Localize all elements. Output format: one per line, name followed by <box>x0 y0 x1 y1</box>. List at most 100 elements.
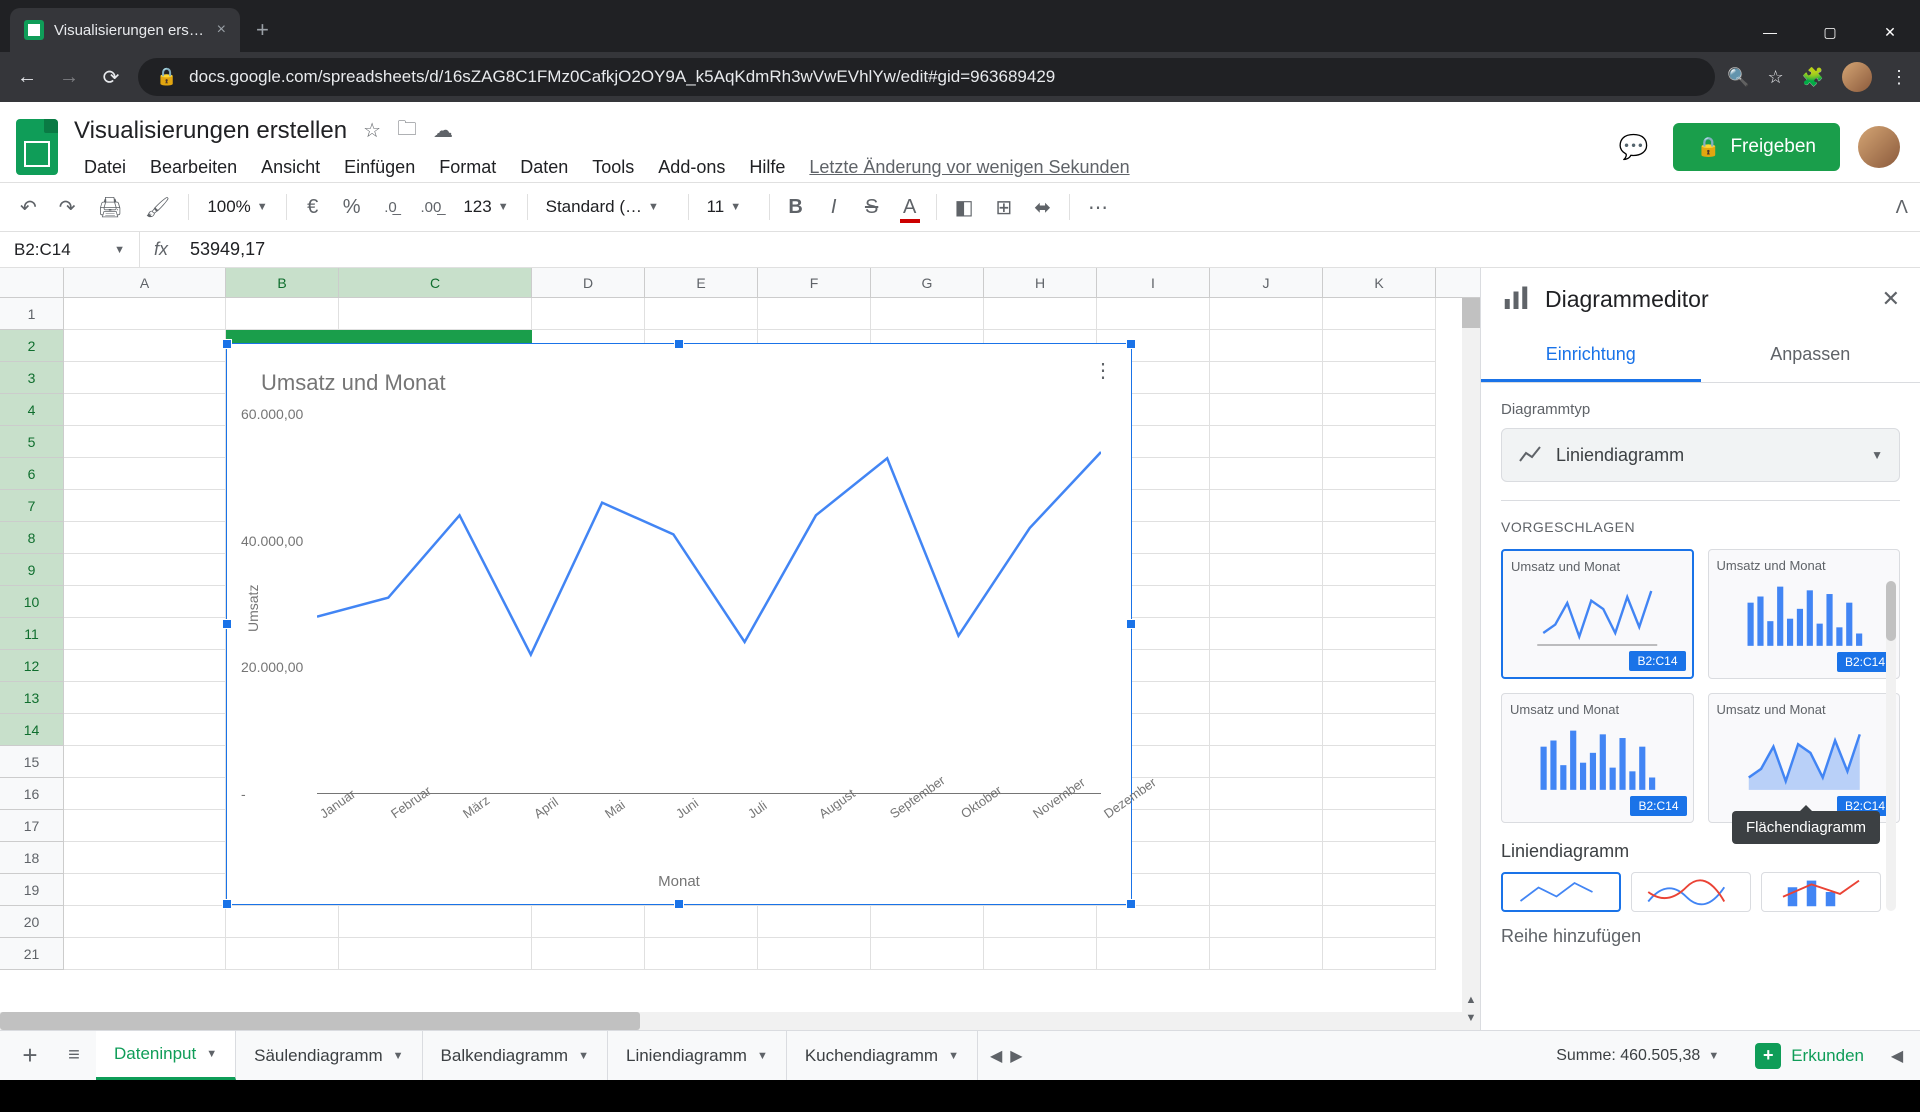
line-type-option[interactable] <box>1631 872 1751 912</box>
column-header[interactable]: I <box>1097 268 1210 297</box>
cell[interactable] <box>1097 938 1210 970</box>
cell[interactable] <box>1210 938 1323 970</box>
resize-handle[interactable] <box>674 899 684 909</box>
cell[interactable] <box>1323 618 1436 650</box>
new-tab-button[interactable]: + <box>240 8 285 52</box>
move-icon[interactable]: 🗀 <box>397 114 417 148</box>
resize-handle[interactable] <box>674 339 684 349</box>
tab-scroll-left-icon[interactable]: ◀ <box>990 1046 1002 1066</box>
extension-icon[interactable]: 🧩 <box>1802 67 1824 88</box>
cell[interactable] <box>64 810 226 842</box>
select-all-corner[interactable] <box>0 268 64 297</box>
cell[interactable] <box>1210 394 1323 426</box>
line-type-option[interactable] <box>1761 872 1881 912</box>
sheet-tab[interactable]: Säulendiagramm▼ <box>236 1031 422 1080</box>
address-bar[interactable]: 🔒 docs.google.com/spreadsheets/d/16sZAG8… <box>138 58 1715 96</box>
row-header[interactable]: 14 <box>0 714 64 746</box>
menu-format[interactable]: Format <box>429 153 506 182</box>
browser-menu-icon[interactable]: ⋮ <box>1890 67 1908 88</box>
star-icon[interactable]: ☆ <box>363 118 381 143</box>
cell[interactable] <box>1323 842 1436 874</box>
all-sheets-button[interactable]: ≡ <box>52 1044 96 1067</box>
menu-hilfe[interactable]: Hilfe <box>739 153 795 182</box>
cell[interactable] <box>1323 714 1436 746</box>
sheet-tab[interactable]: Liniendiagramm▼ <box>608 1031 787 1080</box>
cell[interactable] <box>1323 426 1436 458</box>
menu-datei[interactable]: Datei <box>74 153 136 182</box>
cell[interactable] <box>758 938 871 970</box>
row-header[interactable]: 2 <box>0 330 64 362</box>
minimize-button[interactable]: — <box>1740 12 1800 52</box>
cell[interactable] <box>1323 682 1436 714</box>
browser-tab[interactable]: Visualisierungen erstellen - Goog × <box>10 8 240 52</box>
currency-button[interactable]: € <box>297 190 329 225</box>
strikethrough-button[interactable]: S <box>856 190 888 225</box>
cell[interactable] <box>1210 586 1323 618</box>
cell[interactable] <box>64 682 226 714</box>
cell[interactable] <box>64 522 226 554</box>
number-format-select[interactable]: 123▼ <box>455 193 516 221</box>
column-header[interactable]: B <box>226 268 339 297</box>
cell[interactable] <box>64 842 226 874</box>
cell[interactable] <box>1210 682 1323 714</box>
cell[interactable] <box>1323 586 1436 618</box>
last-edit[interactable]: Letzte Änderung vor wenigen Sekunden <box>799 153 1139 182</box>
cell[interactable] <box>339 298 532 330</box>
cell[interactable] <box>984 938 1097 970</box>
cell[interactable] <box>1323 362 1436 394</box>
cell[interactable] <box>1210 714 1323 746</box>
menu-tools[interactable]: Tools <box>582 153 644 182</box>
redo-icon[interactable]: ↷ <box>51 189 84 226</box>
add-series-button[interactable]: Reihe hinzufügen <box>1501 912 1900 961</box>
italic-button[interactable]: I <box>818 190 850 225</box>
collapse-side-icon[interactable]: ◀ <box>1882 1046 1912 1066</box>
cell[interactable] <box>758 298 871 330</box>
row-header[interactable]: 17 <box>0 810 64 842</box>
row-header[interactable]: 11 <box>0 618 64 650</box>
undo-icon[interactable]: ↶ <box>12 189 45 226</box>
cell[interactable] <box>1323 650 1436 682</box>
cell[interactable] <box>64 490 226 522</box>
row-header[interactable]: 19 <box>0 874 64 906</box>
sheets-logo[interactable] <box>10 111 64 183</box>
cell[interactable] <box>226 298 339 330</box>
chevron-down-icon[interactable]: ▼ <box>948 1050 959 1062</box>
document-title[interactable]: Visualisierungen erstellen <box>74 117 347 145</box>
cell[interactable] <box>1323 778 1436 810</box>
resize-handle[interactable] <box>1126 899 1136 909</box>
resize-handle[interactable] <box>222 899 232 909</box>
chevron-down-icon[interactable]: ▼ <box>757 1050 768 1062</box>
reload-icon[interactable]: ⟳ <box>96 65 126 90</box>
star-icon[interactable]: ☆ <box>1767 67 1783 88</box>
row-header[interactable]: 6 <box>0 458 64 490</box>
more-toolbar-icon[interactable]: ⋯ <box>1080 189 1116 226</box>
row-header[interactable]: 15 <box>0 746 64 778</box>
cloud-icon[interactable]: ☁ <box>433 118 453 143</box>
cell[interactable] <box>1210 842 1323 874</box>
cell[interactable] <box>64 714 226 746</box>
share-button[interactable]: 🔒 Freigeben <box>1673 123 1840 171</box>
menu-daten[interactable]: Daten <box>510 153 578 182</box>
cell[interactable] <box>1210 330 1323 362</box>
suggestion-card[interactable]: Umsatz und MonatB2:C14 <box>1501 549 1694 679</box>
text-color-button[interactable]: A <box>894 190 926 225</box>
close-tab-icon[interactable]: × <box>217 21 226 39</box>
cell[interactable] <box>871 298 984 330</box>
cell[interactable] <box>64 618 226 650</box>
fill-color-button[interactable]: ◧ <box>947 189 982 226</box>
row-header[interactable]: 3 <box>0 362 64 394</box>
row-header[interactable]: 7 <box>0 490 64 522</box>
cell[interactable] <box>64 362 226 394</box>
decrease-decimal-button[interactable]: .0̲ <box>374 193 406 222</box>
cell[interactable] <box>532 906 645 938</box>
cell[interactable] <box>1097 298 1210 330</box>
quicksum[interactable]: Summe: 460.505,38▼ <box>1538 1047 1737 1065</box>
cell[interactable] <box>984 906 1097 938</box>
cell[interactable] <box>1323 810 1436 842</box>
column-header[interactable]: F <box>758 268 871 297</box>
cell[interactable] <box>1210 650 1323 682</box>
menu-einfügen[interactable]: Einfügen <box>334 153 425 182</box>
chevron-down-icon[interactable]: ▼ <box>393 1050 404 1062</box>
cell[interactable] <box>758 906 871 938</box>
column-header[interactable]: J <box>1210 268 1323 297</box>
